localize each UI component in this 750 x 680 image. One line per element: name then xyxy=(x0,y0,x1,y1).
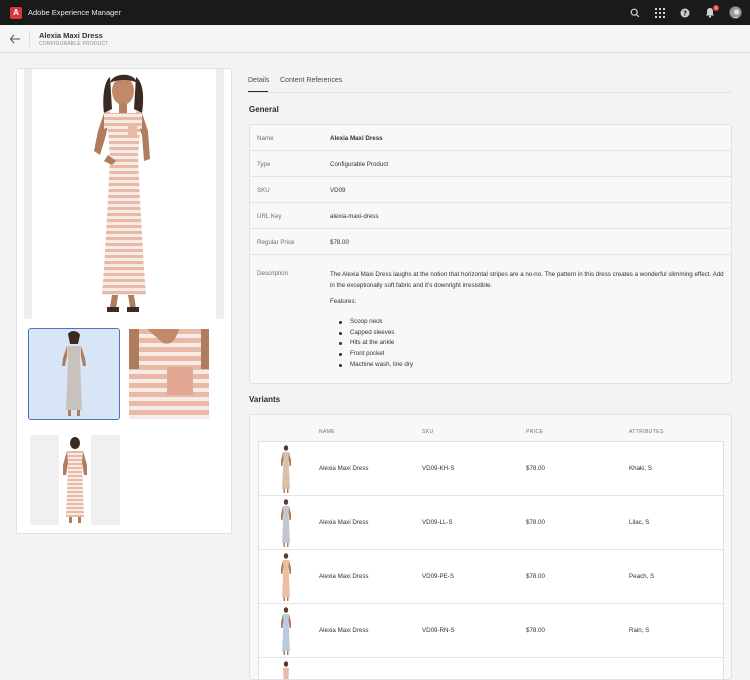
general-properties-panel: Name Alexia Maxi Dress Type Configurable… xyxy=(249,124,732,384)
tabs-divider xyxy=(248,92,732,93)
main-product-image[interactable] xyxy=(24,69,224,319)
apps-grid-icon[interactable] xyxy=(654,7,666,19)
user-avatar[interactable] xyxy=(729,6,742,19)
variant-price: $78.00 xyxy=(526,627,545,634)
variant-attributes: Khaki, S xyxy=(629,465,653,472)
general-section-title: General xyxy=(249,105,279,114)
tab-content-references[interactable]: Content References xyxy=(280,77,342,84)
table-row[interactable]: Alexia Maxi Dress VD09-KH-S $78.00 Khaki, S xyxy=(259,442,723,496)
variant-attributes: Lilac, S xyxy=(629,519,650,526)
property-value: alexia-maxi-dress xyxy=(330,213,379,220)
list-item: Hits at the ankle xyxy=(339,338,413,349)
variant-attributes: Peach, S xyxy=(629,573,655,580)
variant-price: $78.00 xyxy=(526,465,545,472)
variant-thumbnail xyxy=(263,444,309,494)
variant-price: $78.00 xyxy=(526,519,545,526)
variant-sku: VD09-LL-S xyxy=(422,519,453,526)
property-row-url-key: URL Key alexia-maxi-dress xyxy=(250,203,731,229)
property-row-regular-price: Regular Price $78.00 xyxy=(250,229,731,255)
variant-attributes: Rain, S xyxy=(629,627,650,634)
property-label: URL Key xyxy=(257,213,282,220)
features-list: Scoop neck Capped sleeves Hits at the an… xyxy=(339,317,413,371)
search-icon[interactable] xyxy=(629,7,641,19)
property-row-type: Type Configurable Product xyxy=(250,151,731,177)
product-header: Alexia Maxi Dress CONFIGURABLE PRODUCT xyxy=(0,25,750,53)
property-label: Type xyxy=(257,161,271,168)
product-image-gallery xyxy=(16,68,232,534)
column-header-price: PRICE xyxy=(526,429,544,435)
table-row[interactable]: Alexia Maxi Dress VD09-RN-S $78.00 Rain, S xyxy=(259,604,723,658)
variant-price: $78.00 xyxy=(526,573,545,580)
property-value: $78.00 xyxy=(330,239,349,246)
notification-count-badge: 3 xyxy=(713,4,719,11)
table-row[interactable]: Alexia Maxi Dress VD09-PE-S $78.00 Peach, S xyxy=(259,550,723,604)
property-label: Name xyxy=(257,135,274,142)
variants-section-title: Variants xyxy=(249,395,281,404)
help-icon[interactable]: ? xyxy=(679,7,691,19)
top-bar: A Adobe Experience Manager ? 3 xyxy=(0,0,750,25)
property-row-sku: SKU VD09 xyxy=(250,177,731,203)
column-header-sku: SKU xyxy=(422,429,434,435)
property-value: Configurable Product xyxy=(330,161,389,168)
variant-sku: VD09-PE-S xyxy=(422,573,454,580)
table-row[interactable]: Alexia Maxi Dress VD09-LL-S $78.00 Lilac, S xyxy=(259,496,723,550)
property-label: Regular Price xyxy=(257,239,295,246)
variant-name: Alexia Maxi Dress xyxy=(319,573,369,580)
column-header-attributes: ATTRIBUTES xyxy=(629,429,664,435)
header-divider xyxy=(29,31,30,47)
description-label: Description xyxy=(257,270,288,277)
tab-details[interactable]: Details xyxy=(248,77,269,84)
variant-name: Alexia Maxi Dress xyxy=(319,465,369,472)
variant-thumbnail xyxy=(263,552,309,602)
thumbnail-back[interactable] xyxy=(30,435,120,525)
variant-name: Alexia Maxi Dress xyxy=(319,519,369,526)
app-title[interactable]: Adobe Experience Manager xyxy=(28,8,121,17)
variant-thumbnail xyxy=(263,498,309,548)
variant-thumbnail xyxy=(263,660,309,679)
list-item: Capped sleeves xyxy=(339,328,413,339)
property-value: VD09 xyxy=(330,187,346,194)
variants-table: Alexia Maxi Dress VD09-KH-S $78.00 Khaki, S… xyxy=(258,441,724,679)
back-arrow-icon[interactable] xyxy=(9,33,21,45)
property-row-name: Name Alexia Maxi Dress xyxy=(250,125,731,151)
variant-thumbnail xyxy=(263,606,309,656)
notifications-bell-icon[interactable]: 3 xyxy=(704,4,719,19)
product-type-label: CONFIGURABLE PRODUCT xyxy=(39,41,109,47)
variant-sku: VD09-KH-S xyxy=(422,465,455,472)
variant-name: Alexia Maxi Dress xyxy=(319,627,369,634)
product-title: Alexia Maxi Dress xyxy=(39,31,103,40)
list-item: Front pocket xyxy=(339,349,413,360)
list-item: Scoop neck xyxy=(339,317,413,328)
description-text: The Alexia Maxi Dress laughs at the noti… xyxy=(330,271,724,289)
property-label: SKU xyxy=(257,187,270,194)
thumbnail-detail[interactable] xyxy=(129,329,209,419)
column-header-name: NAME xyxy=(319,429,336,435)
thumbnail-front-selected[interactable] xyxy=(28,328,120,420)
adobe-logo-icon[interactable]: A xyxy=(10,6,22,19)
table-row[interactable] xyxy=(259,658,723,679)
svg-text:?: ? xyxy=(683,9,687,17)
variant-sku: VD09-RN-S xyxy=(422,627,455,634)
features-label: Features: xyxy=(330,298,357,305)
list-item: Machine wash, line dry xyxy=(339,360,413,371)
property-value: Alexia Maxi Dress xyxy=(330,135,383,142)
variants-panel: NAME SKU PRICE ATTRIBUTES Alexia Maxi Dr… xyxy=(249,414,732,680)
